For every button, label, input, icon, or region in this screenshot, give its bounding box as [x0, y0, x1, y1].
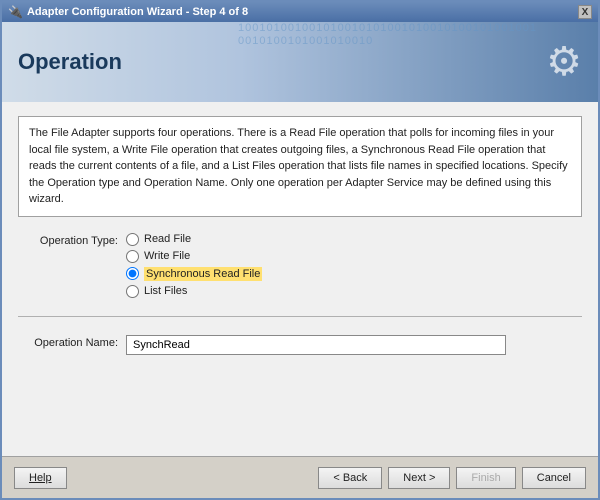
form-separator — [18, 316, 582, 317]
form-section: Operation Type: Read File Write File Syn… — [18, 233, 582, 355]
operation-type-row: Operation Type: Read File Write File Syn… — [18, 233, 582, 298]
radio-list-files-label: List Files — [144, 285, 187, 297]
cancel-button[interactable]: Cancel — [522, 467, 586, 489]
radio-write-file[interactable]: Write File — [126, 250, 262, 263]
description-text: The File Adapter supports four operation… — [18, 116, 582, 217]
operation-type-label: Operation Type: — [18, 233, 118, 247]
wizard-header: Operation 100101001001010010101001010010… — [2, 22, 598, 102]
back-button[interactable]: < Back — [318, 467, 382, 489]
header-gear-icon: ⚙ — [546, 39, 582, 85]
title-bar-text: Adapter Configuration Wizard - Step 4 of… — [27, 6, 248, 18]
operation-name-input[interactable] — [126, 335, 506, 355]
finish-button[interactable]: Finish — [456, 467, 515, 489]
help-button[interactable]: Help — [14, 467, 67, 489]
radio-list-files-input[interactable] — [126, 285, 139, 298]
radio-read-file[interactable]: Read File — [126, 233, 262, 246]
radio-group: Read File Write File Synchronous Read Fi… — [126, 233, 262, 298]
button-bar: Help < Back Next > Finish Cancel — [2, 456, 598, 498]
title-bar-icon: 🔌 — [8, 5, 23, 19]
radio-sync-read[interactable]: Synchronous Read File — [126, 267, 262, 281]
header-bg-pattern: 1001010010010100101010010100101001010010… — [238, 22, 538, 48]
radio-list-files[interactable]: List Files — [126, 285, 262, 298]
radio-write-file-label: Write File — [144, 250, 190, 262]
wizard-window: 🔌 Adapter Configuration Wizard - Step 4 … — [0, 0, 600, 500]
operation-name-row: Operation Name: — [18, 335, 582, 355]
main-content: The File Adapter supports four operation… — [2, 102, 598, 456]
radio-read-file-label: Read File — [144, 233, 191, 245]
next-button[interactable]: Next > — [388, 467, 450, 489]
operation-name-label: Operation Name: — [18, 335, 118, 349]
page-title: Operation — [18, 49, 122, 75]
radio-sync-read-label: Synchronous Read File — [144, 267, 262, 281]
radio-write-file-input[interactable] — [126, 250, 139, 263]
title-bar: 🔌 Adapter Configuration Wizard - Step 4 … — [2, 2, 598, 22]
radio-sync-read-input[interactable] — [126, 267, 139, 280]
radio-read-file-input[interactable] — [126, 233, 139, 246]
close-button[interactable]: X — [578, 5, 592, 19]
